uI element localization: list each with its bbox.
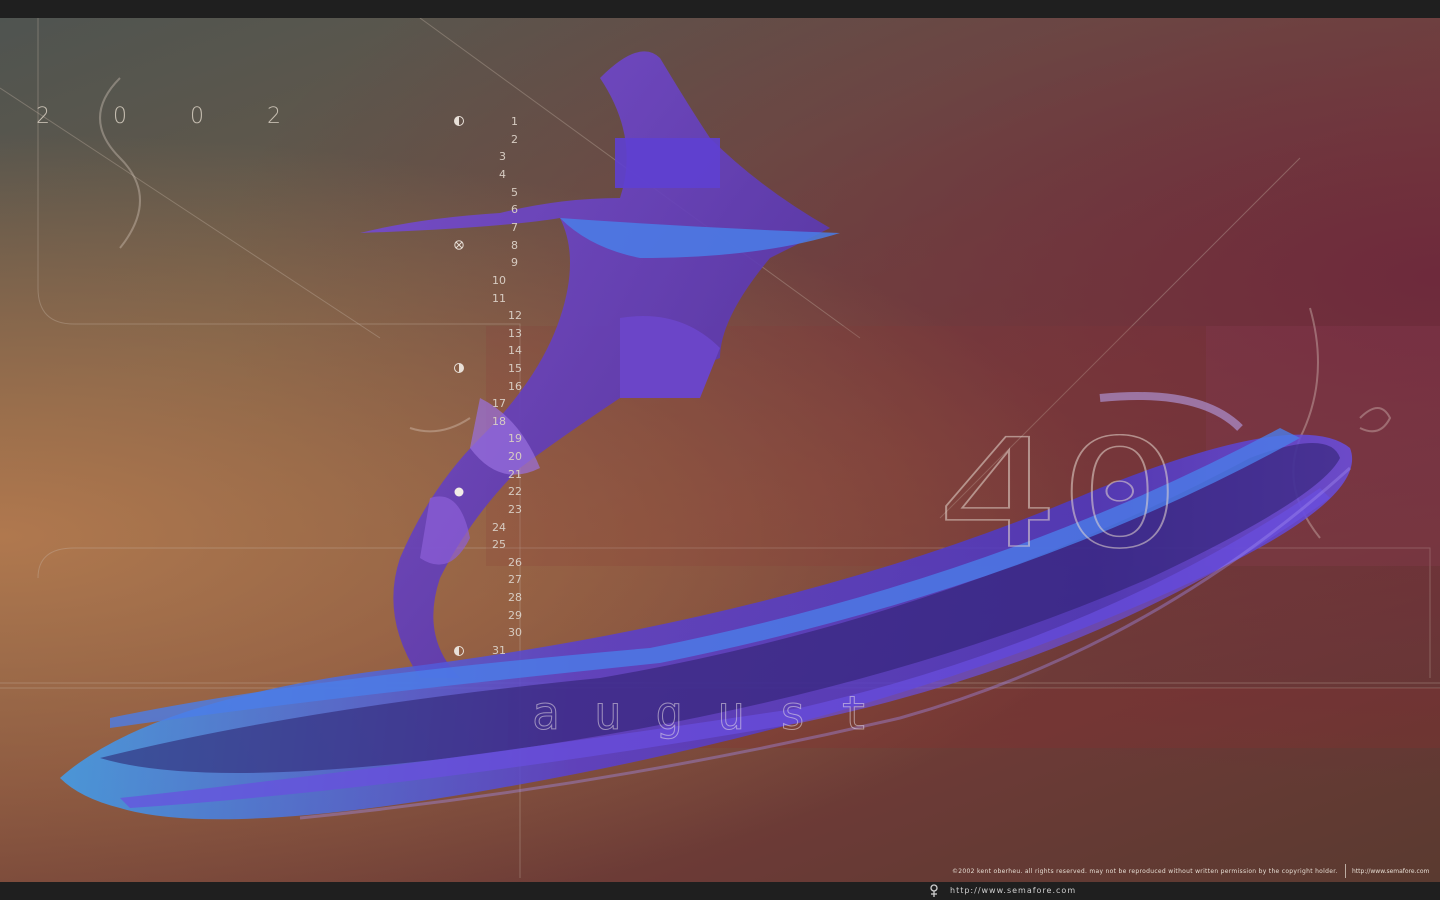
calendar-day: 5 [511, 186, 518, 199]
calendar-day: 20 [508, 450, 522, 463]
calendar-day: 14 [508, 344, 522, 357]
full-moon-icon [454, 487, 464, 497]
calendar-day: 6 [511, 203, 518, 216]
calendar-day: 16 [508, 380, 522, 393]
half-moon-icon [454, 646, 464, 656]
copyright-notice: ©2002 kent oberheu. all rights reserved.… [952, 868, 1338, 875]
month-label: august [531, 686, 903, 741]
half-moon-icon [454, 116, 464, 126]
calendar-day: 24 [492, 521, 506, 534]
calendar-day: 13 [508, 327, 522, 340]
calendar-day: 23 [508, 503, 522, 516]
calendar-day: 15 [508, 362, 522, 375]
calendar-day: 10 [492, 274, 506, 287]
site-link-small[interactable]: http://www.semafore.com [1352, 868, 1429, 875]
semafore-logo-icon [930, 884, 938, 897]
footer-url-link[interactable]: http://www.semafore.com [950, 886, 1076, 895]
half-moon-icon [454, 363, 464, 373]
week-number-outline: 40 [936, 434, 1182, 554]
bottom-bar [0, 882, 1440, 900]
calendar-day: 26 [508, 556, 522, 569]
top-bar [0, 0, 1440, 18]
crossed-circle-icon [454, 240, 464, 250]
calendar-day: 12 [508, 309, 522, 322]
wallpaper-canvas: 2 0 0 2 1 2 3 4 5 6 7 8 9 10 11 12 13 14… [0, 18, 1440, 882]
calendar-day: 30 [508, 626, 522, 639]
calendar-day: 1 [511, 115, 518, 128]
calendar-day: 2 [511, 133, 518, 146]
week-number-text: 40 [936, 434, 1181, 554]
footer-separator [1345, 864, 1346, 878]
calendar-day: 21 [508, 468, 522, 481]
calendar-day: 17 [492, 397, 506, 410]
calendar-day: 8 [511, 239, 518, 252]
calendar-day: 29 [508, 609, 522, 622]
calendar-day: 9 [511, 256, 518, 269]
ribbon-artwork [0, 18, 1440, 878]
calendar-day: 25 [492, 538, 506, 551]
year-label: 2 0 0 2 [36, 104, 309, 129]
calendar-day: 27 [508, 573, 522, 586]
calendar-day: 19 [508, 432, 522, 445]
calendar-day: 3 [499, 150, 506, 163]
calendar-day: 28 [508, 591, 522, 604]
calendar-day: 4 [499, 168, 506, 181]
calendar-day: 7 [511, 221, 518, 234]
calendar-day: 22 [508, 485, 522, 498]
calendar-day: 31 [492, 644, 506, 657]
calendar-day: 11 [492, 292, 506, 305]
calendar-day: 18 [492, 415, 506, 428]
